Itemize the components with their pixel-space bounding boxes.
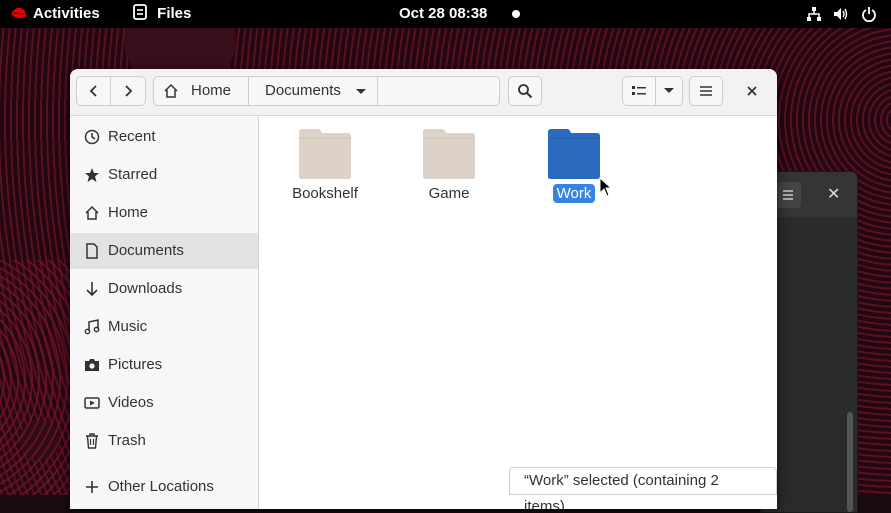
home-icon [85, 205, 99, 220]
sidebar-item-label: Documents [108, 242, 184, 259]
music-icon [84, 319, 100, 335]
folder-icon [548, 129, 600, 179]
notification-dot [512, 10, 520, 18]
file-name: Bookshelf [292, 185, 358, 202]
volume-icon[interactable] [833, 6, 849, 22]
plus-icon [86, 481, 98, 493]
video-icon [84, 397, 100, 409]
sidebar-item-music[interactable]: Music [70, 309, 258, 345]
clock[interactable]: Oct 28 08:38 [399, 0, 487, 28]
background-scrollbar[interactable] [847, 412, 853, 512]
activities-button[interactable]: Activities [33, 0, 100, 28]
forward-button[interactable] [110, 76, 146, 106]
sidebar-item-recent[interactable]: Recent [70, 119, 258, 155]
file-name: Work [552, 184, 596, 203]
path-documents-label: Documents [265, 82, 341, 99]
sidebar: Recent Starred Home Documents Downloads [70, 116, 259, 509]
sidebar-item-label: Other Locations [108, 478, 214, 495]
folder-item-work[interactable]: Work [519, 128, 629, 218]
sidebar-item-videos[interactable]: Videos [70, 385, 258, 421]
file-view[interactable]: Bookshelf Game Work [259, 116, 777, 509]
path-empty-area[interactable] [377, 76, 500, 106]
status-bar: “Work” selected (containing 2 items) [509, 467, 777, 509]
main-menu-button[interactable] [689, 76, 723, 106]
chevron-right-icon [125, 85, 133, 97]
redhat-logo-icon [11, 8, 27, 19]
header-bar: Home Documents [70, 69, 777, 116]
close-icon [747, 86, 757, 96]
sidebar-item-trash[interactable]: Trash [70, 423, 258, 459]
sidebar-item-label: Starred [108, 166, 158, 183]
file-name: Game [428, 185, 470, 202]
sidebar-item-downloads[interactable]: Downloads [70, 271, 258, 307]
list-view-icon [632, 86, 646, 95]
hamburger-icon [783, 190, 793, 200]
camera-icon [85, 359, 99, 371]
sidebar-item-pictures[interactable]: Pictures [70, 347, 258, 383]
path-home-button[interactable]: Home [153, 76, 249, 106]
mouse-pointer-icon [599, 177, 613, 197]
sidebar-item-home[interactable]: Home [70, 195, 258, 231]
folder-icon [299, 129, 351, 179]
close-button[interactable] [737, 76, 767, 106]
back-button[interactable] [76, 76, 111, 106]
view-options-button[interactable] [655, 76, 683, 106]
chevron-down-icon [356, 89, 366, 94]
sidebar-item-label: Trash [108, 432, 146, 449]
top-bar: Activities Files Oct 28 08:38 [0, 0, 891, 28]
search-icon [518, 84, 533, 99]
path-documents-button[interactable]: Documents [248, 76, 378, 106]
sidebar-item-label: Videos [108, 394, 154, 411]
sidebar-item-starred[interactable]: Starred [70, 157, 258, 193]
folder-item-bookshelf[interactable]: Bookshelf [270, 128, 380, 218]
files-window: Home Documents Recent Starred Home Docum… [70, 69, 777, 509]
view-list-button[interactable] [622, 76, 656, 106]
folder-icon [423, 129, 475, 179]
clock-icon [84, 129, 100, 145]
app-menu-button[interactable]: Files [133, 0, 191, 28]
folder-item-game[interactable]: Game [394, 128, 504, 218]
network-icon[interactable] [806, 6, 822, 22]
power-icon[interactable] [861, 6, 877, 22]
path-home-label: Home [191, 82, 232, 99]
download-icon [86, 282, 98, 297]
search-button[interactable] [508, 76, 542, 106]
home-icon [164, 83, 178, 98]
background-menu-button[interactable] [775, 182, 801, 208]
sidebar-item-label: Recent [108, 128, 156, 145]
sidebar-item-label: Pictures [108, 356, 163, 373]
star-icon [85, 168, 99, 182]
sidebar-item-label: Downloads [108, 280, 183, 297]
sidebar-item-label: Music [108, 318, 148, 335]
files-app-icon [133, 4, 147, 20]
chevron-left-icon [89, 85, 97, 97]
app-menu-label: Files [157, 5, 192, 22]
background-close-icon[interactable]: ✕ [827, 184, 840, 204]
trash-icon [86, 433, 98, 449]
sidebar-item-label: Home [108, 204, 149, 221]
chevron-down-icon [664, 88, 674, 93]
hamburger-icon [700, 86, 712, 96]
sidebar-item-other-locations[interactable]: Other Locations [70, 469, 258, 505]
sidebar-item-documents[interactable]: Documents [70, 233, 258, 269]
document-icon [86, 243, 98, 259]
